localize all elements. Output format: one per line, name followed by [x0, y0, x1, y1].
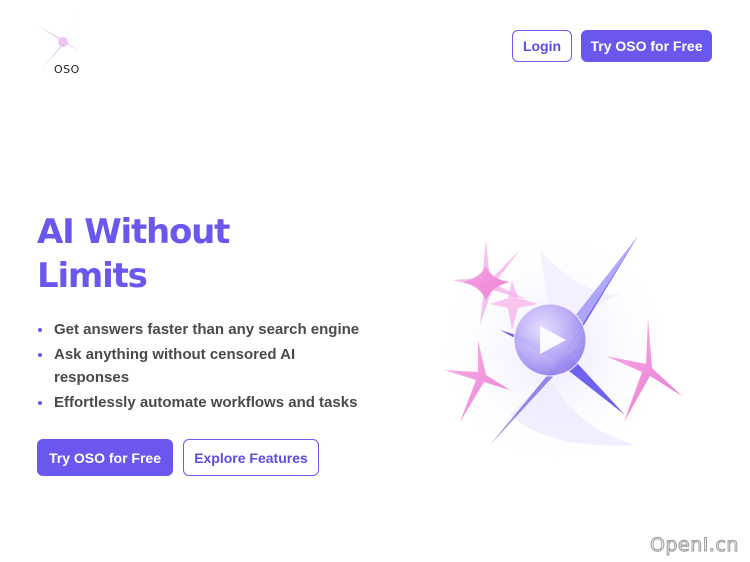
- hero-title-line-2: Limits: [37, 256, 148, 296]
- bullet-icon: [38, 328, 42, 332]
- site-watermark: OpenI.cn: [650, 534, 739, 557]
- login-button[interactable]: Login: [512, 30, 572, 62]
- explore-features-button[interactable]: Explore Features: [183, 439, 319, 476]
- feature-item: Effortlessly automate workflows and task…: [37, 391, 367, 414]
- sparkle-cluster-icon: [435, 230, 682, 470]
- feature-text: Effortlessly automate workflows and task…: [54, 394, 358, 411]
- bullet-icon: [38, 401, 42, 405]
- nav-try-free-button[interactable]: Try OSO for Free: [581, 30, 712, 62]
- brand-name: OSO: [54, 63, 80, 76]
- bullet-icon: [38, 353, 42, 357]
- feature-text: Ask anything without censored AI respons…: [54, 346, 296, 386]
- feature-item: Ask anything without censored AI respons…: [37, 343, 367, 389]
- feature-list: Get answers faster than any search engin…: [37, 318, 367, 416]
- landing-page: OSO Login Try OSO for Free AI Without Li…: [0, 0, 750, 562]
- hero-try-free-button[interactable]: Try OSO for Free: [37, 439, 173, 476]
- hero-title-line-1: AI Without: [37, 212, 230, 252]
- hero-title: AI Without Limits: [37, 210, 367, 298]
- brand-logo[interactable]: OSO: [36, 12, 96, 78]
- feature-text: Get answers faster than any search engin…: [54, 321, 360, 338]
- hero-artwork: [420, 200, 720, 500]
- feature-item: Get answers faster than any search engin…: [37, 318, 367, 341]
